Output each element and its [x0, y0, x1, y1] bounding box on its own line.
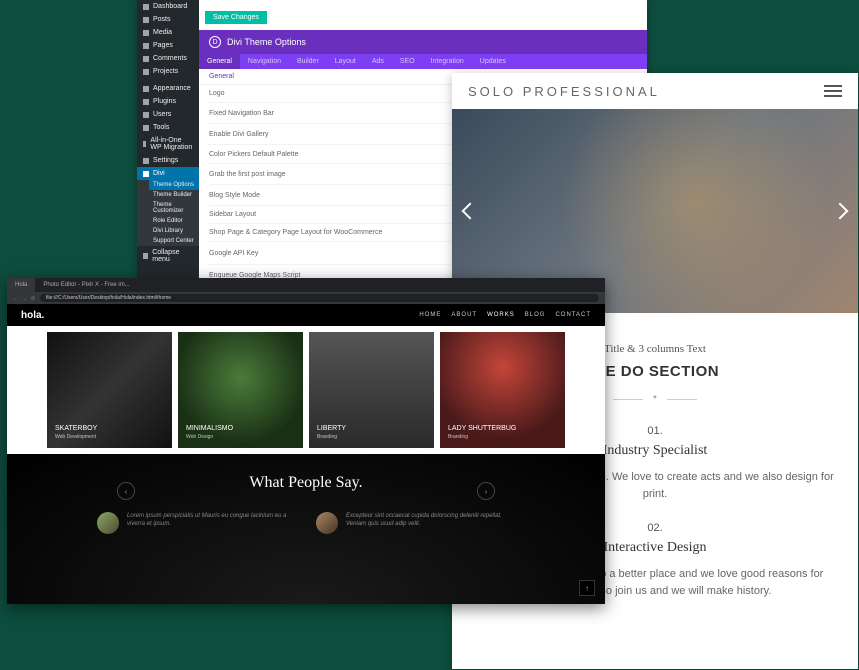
portfolio-card[interactable]: LIBERTYBranding	[309, 332, 434, 448]
wp-divi-library[interactable]: Divi Library	[149, 226, 199, 236]
slider-prev-icon[interactable]	[462, 203, 479, 220]
solo-header: SOLO PROFESSIONAL	[452, 73, 858, 109]
url-field[interactable]: file:///C:/Users/User/Desktop/hola/Hola/…	[40, 294, 599, 302]
portfolio-card[interactable]: LADY SHUTTERBUGBranding	[440, 332, 565, 448]
hola-portfolio-grid: SKATERBOYWeb Development MINIMALISMOWeb …	[7, 326, 605, 454]
wp-menu-divi[interactable]: Divi	[137, 167, 199, 180]
avatar	[97, 512, 119, 534]
testimonials-title: What People Say.	[7, 474, 605, 492]
tab-navigation[interactable]: Navigation	[240, 54, 289, 69]
wp-divi-customizer[interactable]: Theme Customizer	[149, 200, 199, 216]
wp-menu-media[interactable]: Media	[137, 26, 199, 39]
reload-icon[interactable]: ⟳	[31, 296, 36, 301]
browser-urlbar: ← → ⟳ file:///C:/Users/User/Desktop/hola…	[7, 292, 605, 304]
divi-tabs: General Navigation Builder Layout Ads SE…	[199, 54, 647, 69]
wp-menu-users[interactable]: Users	[137, 108, 199, 121]
wp-menu-settings[interactable]: Settings	[137, 154, 199, 167]
nav-works[interactable]: WORKS	[487, 312, 515, 318]
browser-tab[interactable]: Photo Editor - Pixlr X - Free im...	[35, 278, 137, 292]
wp-menu-tools[interactable]: Tools	[137, 121, 199, 134]
slider-next-icon[interactable]	[832, 203, 849, 220]
wp-menu-appearance[interactable]: Appearance	[137, 82, 199, 95]
tab-builder[interactable]: Builder	[289, 54, 327, 69]
wp-divi-theme-builder[interactable]: Theme Builder	[149, 190, 199, 200]
nav-contact[interactable]: CONTACT	[555, 312, 591, 318]
wp-menu-migration[interactable]: All-in-One WP Migration	[137, 134, 199, 154]
divi-logo-icon: D	[209, 36, 221, 48]
hola-brand: hola.	[21, 310, 44, 321]
hola-testimonials: ‹ What People Say. › Lorem ipsum perspic…	[7, 454, 605, 604]
save-changes-button[interactable]: Save Changes	[205, 11, 267, 24]
solo-logo: SOLO PROFESSIONAL	[468, 84, 660, 99]
wp-divi-theme-options[interactable]: Theme Options	[149, 180, 199, 190]
testimonial-item: Excepteur sint occaecat cupida dolorscin…	[316, 512, 515, 534]
wp-menu-pages[interactable]: Pages	[137, 39, 199, 52]
wp-menu-posts[interactable]: Posts	[137, 13, 199, 26]
wp-menu-dashboard[interactable]: Dashboard	[137, 0, 199, 13]
avatar	[316, 512, 338, 534]
wp-divi-role-editor[interactable]: Role Editor	[149, 216, 199, 226]
wp-collapse-menu[interactable]: Collapse menu	[137, 246, 199, 266]
tab-integration[interactable]: Integration	[423, 54, 472, 69]
hola-nav-links: HOME ABOUT WORKS BLOG CONTACT	[419, 312, 591, 318]
wp-divi-submenu: Theme Options Theme Builder Theme Custom…	[137, 180, 199, 246]
tab-layout[interactable]: Layout	[327, 54, 364, 69]
portfolio-card[interactable]: SKATERBOYWeb Development	[47, 332, 172, 448]
wp-divi-support[interactable]: Support Center	[149, 236, 199, 246]
hola-browser-window: Hola Photo Editor - Pixlr X - Free im...…	[7, 278, 605, 604]
menu-icon[interactable]	[824, 85, 842, 97]
wp-sidebar: Dashboard Posts Media Pages Comments Pro…	[137, 0, 199, 280]
divi-options-header: D Divi Theme Options	[199, 30, 647, 54]
tab-general[interactable]: General	[199, 54, 240, 69]
nav-home[interactable]: HOME	[419, 312, 441, 318]
portfolio-card[interactable]: MINIMALISMOWeb Design	[178, 332, 303, 448]
back-icon[interactable]: ←	[13, 296, 18, 301]
tab-updates[interactable]: Updates	[472, 54, 514, 69]
forward-icon[interactable]: →	[22, 296, 27, 301]
tab-ads[interactable]: Ads	[364, 54, 392, 69]
wp-menu-plugins[interactable]: Plugins	[137, 95, 199, 108]
nav-blog[interactable]: BLOG	[525, 312, 546, 318]
back-to-top-button[interactable]: ↑	[579, 580, 595, 596]
testimonials-prev-icon[interactable]: ‹	[117, 482, 135, 500]
wp-menu-comments[interactable]: Comments	[137, 52, 199, 65]
hola-navbar: hola. HOME ABOUT WORKS BLOG CONTACT	[7, 304, 605, 326]
browser-tabstrip: Hola Photo Editor - Pixlr X - Free im...	[7, 278, 605, 292]
testimonials-next-icon[interactable]: ›	[477, 482, 495, 500]
testimonial-item: Lorem ipsum perspiciatis ut Mauris eu co…	[97, 512, 296, 534]
wp-menu-projects[interactable]: Projects	[137, 65, 199, 78]
testimonial-text: Excepteur sint occaecat cupida dolorscin…	[346, 512, 515, 534]
tab-seo[interactable]: SEO	[392, 54, 423, 69]
nav-about[interactable]: ABOUT	[451, 312, 477, 318]
browser-tab[interactable]: Hola	[7, 278, 35, 292]
testimonial-text: Lorem ipsum perspiciatis ut Mauris eu co…	[127, 512, 296, 534]
